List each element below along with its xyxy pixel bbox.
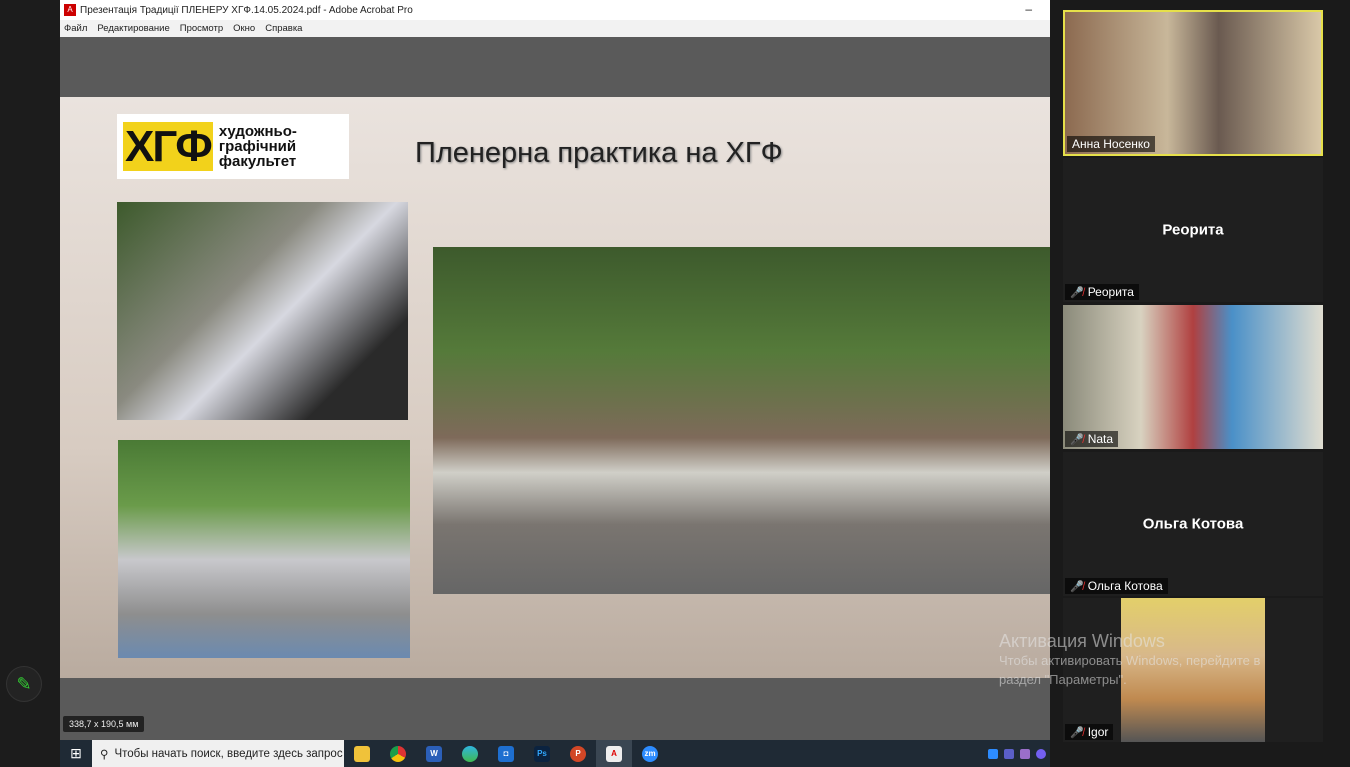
logo-mark: ХГФ	[123, 121, 213, 171]
windows-activation-watermark: Активация Windows Чтобы активировать Win…	[999, 631, 1261, 688]
mic-muted-icon: 🎤̸	[1070, 726, 1084, 739]
participant-name: Анна Носенко	[1072, 137, 1150, 151]
camera-icon[interactable]: ◘	[488, 740, 524, 767]
logo-line: художньо-	[218, 123, 297, 140]
photo-group-with-paintings	[433, 247, 1050, 594]
viber-tray-icon[interactable]	[1036, 748, 1046, 759]
acrobat-taskbar-icon[interactable]: A	[596, 740, 632, 767]
system-tray	[988, 748, 1050, 759]
taskbar: ⊞ ⚲ Чтобы начать поиск, введите здесь зап…	[60, 740, 1050, 767]
slide: ХГФ художньо- графічний факультет Пленер…	[60, 97, 1050, 678]
teams-tray-icon[interactable]	[1004, 748, 1014, 759]
windows-start-icon[interactable]: ⊞	[60, 745, 92, 762]
zoom-tray-icon[interactable]	[988, 748, 998, 759]
acrobat-icon: A	[64, 4, 76, 16]
participant-name: Реорита	[1087, 285, 1134, 299]
acrobat-window: A Презентація Традиції ПЛЕНЕРУ ХГФ.14.05…	[60, 0, 1050, 740]
participant-tile[interactable]: Реорита 🎤̸ Реорита	[1063, 158, 1323, 302]
participant-display-name: Реорита	[1162, 221, 1224, 239]
window-title: Презентація Традиції ПЛЕНЕРУ ХГФ.14.05.2…	[80, 4, 413, 16]
menu-help[interactable]: Справка	[265, 23, 302, 34]
zoom-taskbar-icon[interactable]: zm	[632, 740, 668, 767]
logo-line: факультет	[218, 153, 297, 170]
mic-muted-icon: 🎤̸	[1070, 580, 1084, 593]
photoshop-icon[interactable]: Ps	[524, 740, 560, 767]
chrome-icon[interactable]	[380, 740, 416, 767]
photo-students-with-easels	[118, 440, 410, 658]
participant-tile[interactable]: 🎤̸ Nata	[1063, 305, 1323, 449]
left-strip	[0, 0, 60, 767]
faculty-logo: ХГФ художньо- графічний факультет	[117, 114, 349, 179]
minimize-button[interactable]: –	[1025, 2, 1032, 16]
mic-muted-icon: 🎤̸	[1070, 433, 1084, 446]
participant-tile[interactable]: Ольга Котова 🎤̸ Ольга Котова	[1063, 452, 1323, 596]
powerpoint-icon[interactable]: P	[560, 740, 596, 767]
search-icon: ⚲	[100, 748, 109, 761]
participant-tile[interactable]: Анна Носенко	[1063, 10, 1323, 156]
photo-student-painting	[117, 202, 408, 420]
slide-title: Пленерна практика на ХГФ	[415, 137, 783, 169]
participant-name: Igor	[1087, 725, 1109, 739]
title-bar: A Презентація Традиції ПЛЕНЕРУ ХГФ.14.05…	[60, 0, 1050, 20]
edge-icon[interactable]	[452, 740, 488, 767]
menu-edit[interactable]: Редактирование	[97, 23, 169, 34]
mic-muted-icon: 🎤̸	[1070, 286, 1084, 299]
menu-file[interactable]: Файл	[64, 23, 87, 34]
annotate-pen-button[interactable]: ✎	[6, 666, 42, 702]
menu-view[interactable]: Просмотр	[180, 23, 223, 34]
taskbar-search[interactable]: ⚲ Чтобы начать поиск, введите здесь запро…	[92, 740, 344, 767]
page-dimensions-tooltip: 338,7 x 190,5 мм	[63, 716, 145, 732]
feather-tray-icon[interactable]	[1020, 748, 1030, 759]
participant-name: Nata	[1087, 432, 1114, 446]
logo-line: графічний	[218, 138, 297, 155]
file-explorer-icon[interactable]	[344, 740, 380, 767]
menu-bar: Файл Редактирование Просмотр Окно Справк…	[60, 20, 1050, 37]
pencil-icon: ✎	[16, 673, 32, 694]
participant-name: Ольга Котова	[1087, 579, 1163, 593]
menu-window[interactable]: Окно	[233, 23, 255, 34]
participant-display-name: Ольга Котова	[1142, 515, 1244, 533]
word-icon[interactable]: W	[416, 740, 452, 767]
